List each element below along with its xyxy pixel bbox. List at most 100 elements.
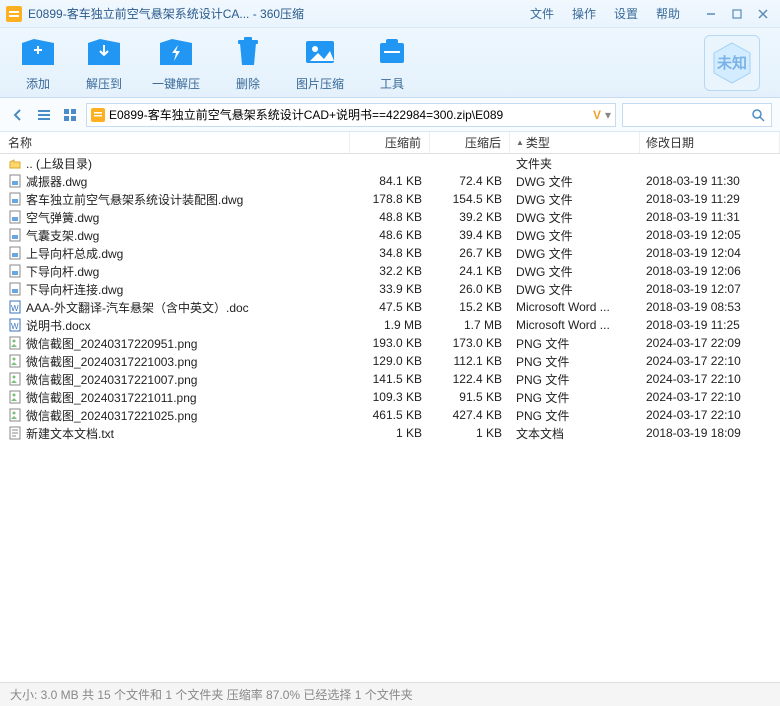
file-type: DWG 文件	[510, 245, 640, 262]
menu-file[interactable]: 文件	[530, 5, 554, 22]
search-box[interactable]	[622, 103, 772, 127]
view-list-button[interactable]	[34, 105, 54, 125]
file-row[interactable]: 空气弹簧.dwg48.8 KB39.2 KBDWG 文件2018-03-19 1…	[0, 208, 780, 226]
col-before-header[interactable]: 压缩前	[350, 132, 430, 153]
col-after-header[interactable]: 压缩后	[430, 132, 510, 153]
file-size-before: 1.9 MB	[350, 318, 430, 332]
file-row[interactable]: 微信截图_20240317221003.png129.0 KB112.1 KBP…	[0, 352, 780, 370]
oneclick-extract-button[interactable]: 一键解压	[152, 33, 200, 92]
file-type: PNG 文件	[510, 353, 640, 370]
col-type-header[interactable]: 类型	[510, 132, 640, 153]
file-size-after: 26.0 KB	[430, 282, 510, 296]
file-size-before: 84.1 KB	[350, 174, 430, 188]
file-name: 空气弹簧.dwg	[26, 209, 99, 226]
file-name: 微信截图_20240317221007.png	[26, 371, 197, 388]
file-row[interactable]: 下导向杆.dwg32.2 KB24.1 KBDWG 文件2018-03-19 1…	[0, 262, 780, 280]
file-list[interactable]: .. (上级目录)文件夹减振器.dwg84.1 KB72.4 KBDWG 文件2…	[0, 154, 780, 674]
tools-button[interactable]: 工具	[374, 33, 410, 92]
file-icon	[8, 156, 22, 170]
file-type: PNG 文件	[510, 389, 640, 406]
menu-help[interactable]: 帮助	[656, 5, 680, 22]
file-name: 微信截图_20240317221011.png	[26, 389, 197, 406]
extract-button[interactable]: 解压到	[86, 33, 122, 92]
file-row[interactable]: 微信截图_20240317221011.png109.3 KB91.5 KBPN…	[0, 388, 780, 406]
file-icon	[8, 354, 22, 368]
file-row[interactable]: 减振器.dwg84.1 KB72.4 KBDWG 文件2018-03-19 11…	[0, 172, 780, 190]
status-text: 大小: 3.0 MB 共 15 个文件和 1 个文件夹 压缩率 87.0% 已经…	[10, 686, 413, 703]
search-icon	[751, 108, 765, 122]
delete-button[interactable]: 删除	[230, 33, 266, 92]
file-name: 下导向杆连接.dwg	[26, 281, 123, 298]
file-size-after: 91.5 KB	[430, 390, 510, 404]
file-name: 新建文本文档.txt	[26, 425, 114, 442]
file-row[interactable]: 微信截图_20240317221007.png141.5 KB122.4 KBP…	[0, 370, 780, 388]
path-input[interactable]	[109, 108, 589, 122]
file-name: 上导向杆总成.dwg	[26, 245, 123, 262]
file-type: Microsoft Word ...	[510, 318, 640, 332]
path-box[interactable]: V ▾	[86, 103, 616, 127]
filetype-badge[interactable]: 未知	[704, 35, 760, 91]
file-row[interactable]: W说明书.docx1.9 MB1.7 MBMicrosoft Word ...2…	[0, 316, 780, 334]
dropdown-icon[interactable]: ▾	[605, 108, 611, 122]
file-type: 文本文档	[510, 425, 640, 442]
file-type: PNG 文件	[510, 371, 640, 388]
file-date: 2024-03-17 22:10	[640, 408, 780, 422]
file-size-after: 15.2 KB	[430, 300, 510, 314]
file-size-after: 122.4 KB	[430, 372, 510, 386]
file-size-before: 1 KB	[350, 426, 430, 440]
col-name-header[interactable]: 名称	[0, 132, 350, 153]
minimize-button[interactable]	[700, 5, 722, 23]
file-size-after: 39.4 KB	[430, 228, 510, 242]
maximize-button[interactable]	[726, 5, 748, 23]
file-date: 2018-03-19 18:09	[640, 426, 780, 440]
file-type: 文件夹	[510, 155, 640, 172]
file-size-before: 129.0 KB	[350, 354, 430, 368]
file-date: 2018-03-19 12:07	[640, 282, 780, 296]
menu-operate[interactable]: 操作	[572, 5, 596, 22]
column-headers: 名称 压缩前 压缩后 类型 修改日期	[0, 132, 780, 154]
file-name: 说明书.docx	[26, 317, 91, 334]
file-row[interactable]: 气囊支架.dwg48.6 KB39.4 KBDWG 文件2018-03-19 1…	[0, 226, 780, 244]
file-size-before: 48.8 KB	[350, 210, 430, 224]
file-icon	[8, 210, 22, 224]
file-size-before: 33.9 KB	[350, 282, 430, 296]
view-icons-button[interactable]	[60, 105, 80, 125]
file-size-after: 26.7 KB	[430, 246, 510, 260]
file-row[interactable]: 微信截图_20240317220951.png193.0 KB173.0 KBP…	[0, 334, 780, 352]
file-icon	[8, 192, 22, 206]
toolbar: 添加 解压到 一键解压 删除 图片压缩 工具 未知	[0, 28, 780, 98]
app-icon	[6, 6, 22, 22]
file-icon	[8, 372, 22, 386]
file-date: 2018-03-19 11:30	[640, 174, 780, 188]
file-row[interactable]: 上导向杆总成.dwg34.8 KB26.7 KBDWG 文件2018-03-19…	[0, 244, 780, 262]
file-row[interactable]: .. (上级目录)文件夹	[0, 154, 780, 172]
back-button[interactable]	[8, 105, 28, 125]
file-date: 2018-03-19 08:53	[640, 300, 780, 314]
add-button[interactable]: 添加	[20, 33, 56, 92]
col-date-header[interactable]: 修改日期	[640, 132, 780, 153]
file-name: 减振器.dwg	[26, 173, 87, 190]
file-size-after: 39.2 KB	[430, 210, 510, 224]
file-date: 2024-03-17 22:09	[640, 336, 780, 350]
file-size-before: 193.0 KB	[350, 336, 430, 350]
file-row[interactable]: 微信截图_20240317221025.png461.5 KB427.4 KBP…	[0, 406, 780, 424]
file-date: 2024-03-17 22:10	[640, 372, 780, 386]
image-compress-button[interactable]: 图片压缩	[296, 33, 344, 92]
file-icon	[8, 282, 22, 296]
svg-text:W: W	[11, 322, 19, 331]
file-name: AAA-外文翻译-汽车悬架（含中英文）.doc	[26, 299, 249, 316]
file-row[interactable]: WAAA-外文翻译-汽车悬架（含中英文）.doc47.5 KB15.2 KBMi…	[0, 298, 780, 316]
file-row[interactable]: 新建文本文档.txt1 KB1 KB文本文档2018-03-19 18:09	[0, 424, 780, 442]
file-row[interactable]: 下导向杆连接.dwg33.9 KB26.0 KBDWG 文件2018-03-19…	[0, 280, 780, 298]
menu-settings[interactable]: 设置	[614, 5, 638, 22]
titlebar: E0899-客车独立前空气悬架系统设计CA... - 360压缩 文件 操作 设…	[0, 0, 780, 28]
file-icon	[8, 264, 22, 278]
file-size-after: 112.1 KB	[430, 354, 510, 368]
file-row[interactable]: 客车独立前空气悬架系统设计装配图.dwg178.8 KB154.5 KBDWG …	[0, 190, 780, 208]
file-size-before: 47.5 KB	[350, 300, 430, 314]
file-icon: W	[8, 318, 22, 332]
close-button[interactable]	[752, 5, 774, 23]
file-icon: W	[8, 300, 22, 314]
file-date: 2018-03-19 11:29	[640, 192, 780, 206]
file-size-before: 34.8 KB	[350, 246, 430, 260]
